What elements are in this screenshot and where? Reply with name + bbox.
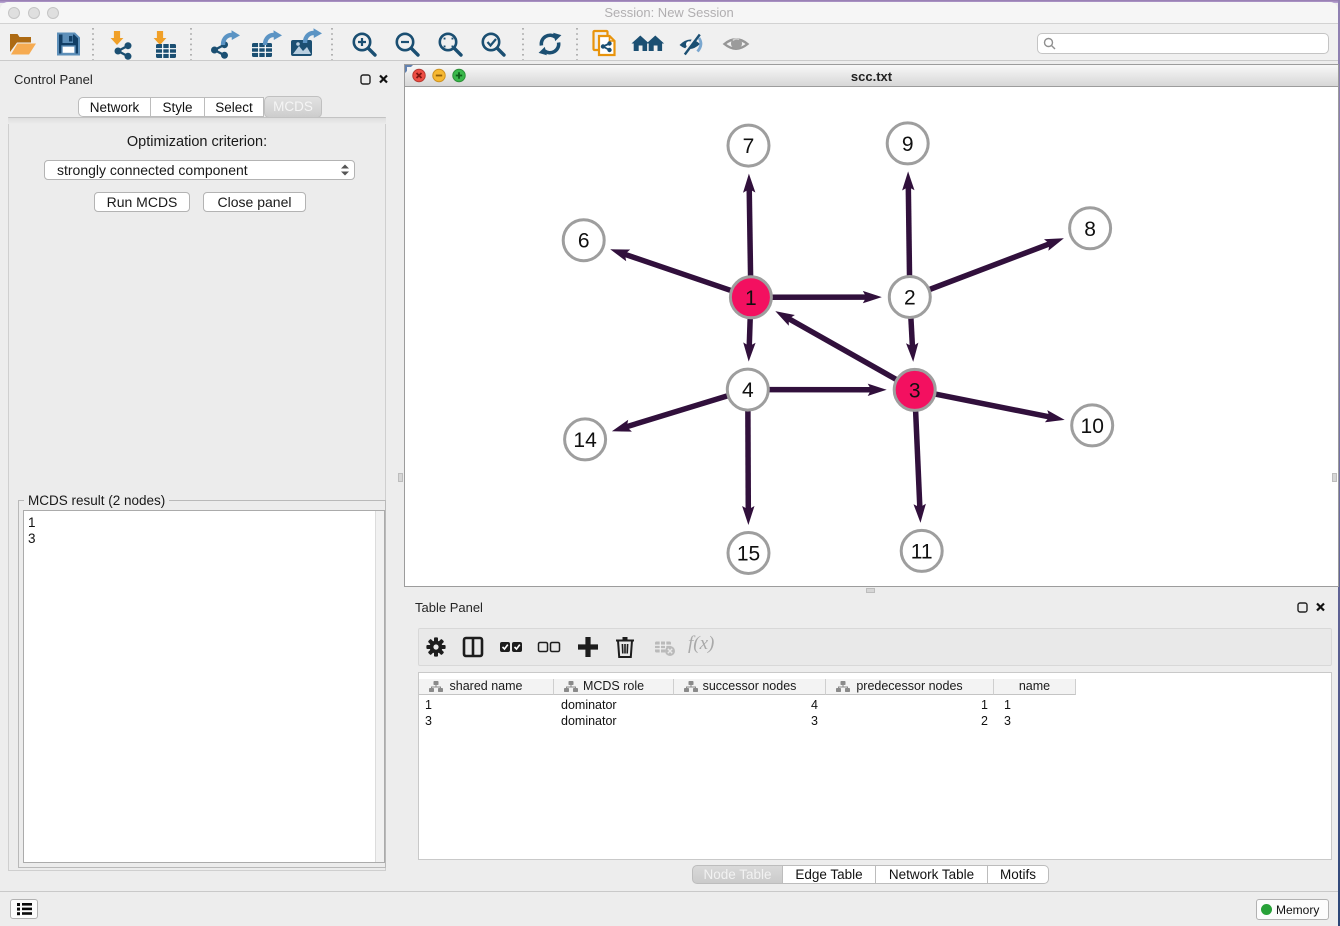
svg-text:6: 6 xyxy=(578,230,590,253)
svg-text:1: 1 xyxy=(745,287,757,310)
svg-text:14: 14 xyxy=(573,429,597,452)
svg-text:4: 4 xyxy=(742,379,754,402)
svg-text:2: 2 xyxy=(904,287,916,310)
svg-text:7: 7 xyxy=(743,135,755,158)
svg-text:8: 8 xyxy=(1084,218,1096,241)
svg-text:10: 10 xyxy=(1081,415,1104,438)
svg-text:11: 11 xyxy=(911,540,933,563)
svg-text:3: 3 xyxy=(909,379,921,402)
svg-text:9: 9 xyxy=(902,133,914,156)
svg-text:15: 15 xyxy=(737,543,760,566)
